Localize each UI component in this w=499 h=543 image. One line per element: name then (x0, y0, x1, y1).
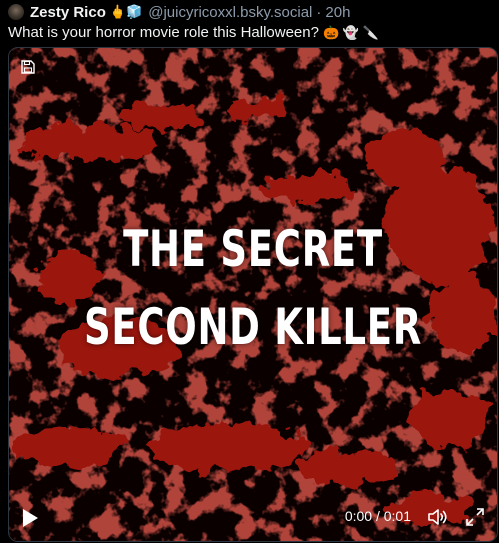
save-icon[interactable] (21, 60, 35, 74)
fullscreen-icon[interactable] (465, 507, 485, 527)
post-card: Zesty Rico 🖕🧊 @juicyricoxxl.bsky.social … (0, 0, 499, 543)
volume-icon[interactable] (427, 507, 449, 527)
play-icon[interactable] (19, 507, 41, 529)
blood-splatter-background (9, 48, 497, 541)
post-text: What is your horror movie role this Hall… (8, 24, 379, 41)
post-time[interactable]: 20h (325, 4, 350, 21)
video-player[interactable]: THE SECRET SECOND KILLER 0:00 / 0:01 (8, 47, 498, 542)
post-text-emoji: 🎃 👻 🔪 (322, 25, 379, 40)
post-text-body: What is your horror movie role this Hall… (8, 24, 319, 41)
name-emoji: 🖕🧊 (109, 4, 143, 19)
time-readout: 0:00 / 0:01 (344, 508, 411, 524)
video-controls: 0:00 / 0:01 (9, 485, 497, 541)
display-name[interactable]: Zesty Rico (30, 4, 106, 21)
handle[interactable]: @juicyricoxxl.bsky.social (148, 4, 312, 21)
post-header: Zesty Rico 🖕🧊 @juicyricoxxl.bsky.social … (8, 2, 350, 22)
separator-dot: · (316, 3, 322, 21)
video-title-line-1: THE SECRET (123, 220, 383, 278)
avatar[interactable] (8, 4, 24, 20)
video-title-line-2: SECOND KILLER (83, 298, 423, 356)
